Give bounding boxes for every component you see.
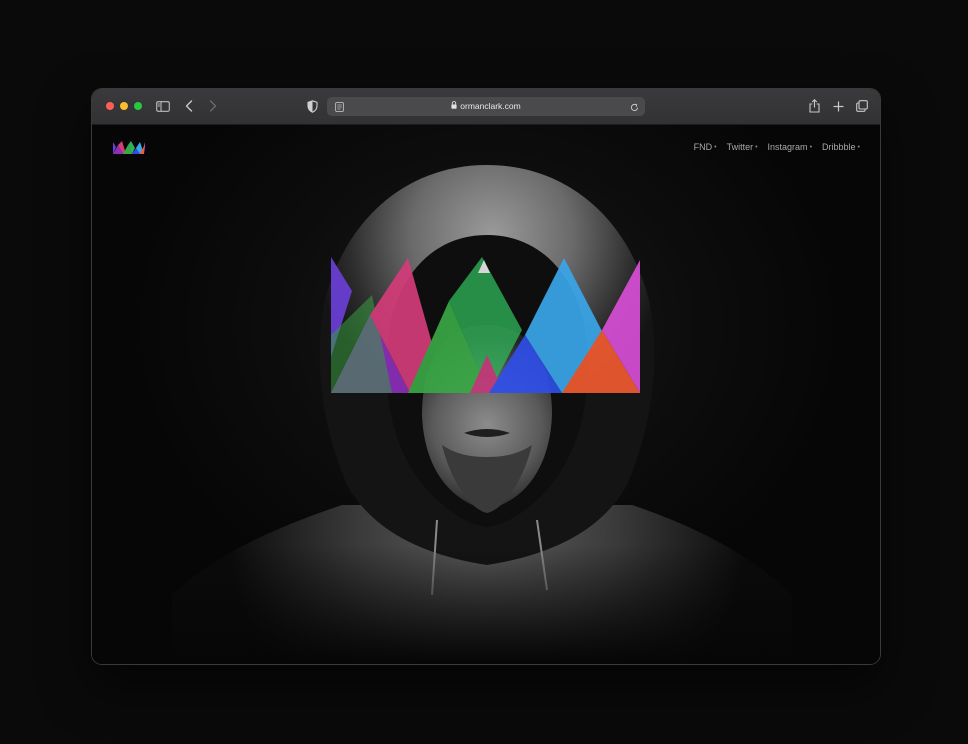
nav-link-label: Dribbble: [822, 142, 856, 152]
close-window-button[interactable]: [106, 102, 114, 110]
browser-toolbar: ormanclark.com: [92, 89, 880, 125]
zoom-window-button[interactable]: [134, 102, 142, 110]
address-bar[interactable]: ormanclark.com: [327, 97, 645, 116]
nav-link-twitter[interactable]: Twitter •: [727, 142, 758, 152]
nav-link-marker: •: [809, 143, 813, 151]
hero-portrait-image: [92, 165, 880, 664]
nav-link-dribbble[interactable]: Dribbble •: [822, 142, 860, 152]
nav-link-marker: •: [714, 143, 717, 151]
url-display[interactable]: ormanclark.com: [327, 97, 645, 116]
reload-icon[interactable]: [625, 98, 643, 116]
nav-link-label: FND: [693, 142, 713, 152]
new-tab-icon[interactable]: [829, 97, 847, 115]
nav-link-instagram[interactable]: Instagram •: [768, 142, 812, 152]
url-text: ormanclark.com: [460, 101, 521, 111]
shield-icon[interactable]: [303, 97, 321, 115]
sidebar-icon[interactable]: [154, 97, 172, 115]
web-page: FND • Twitter • Instagram • Dribbble •: [92, 125, 880, 664]
minimize-window-button[interactable]: [120, 102, 128, 110]
tabs-overview-icon[interactable]: [853, 97, 871, 115]
share-icon[interactable]: [805, 97, 823, 115]
nav-link-marker: •: [857, 143, 860, 151]
browser-window: ormanclark.com FND • Twitter • Instagram…: [92, 89, 880, 664]
site-nav: FND • Twitter • Instagram • Dribbble •: [694, 142, 860, 152]
nav-link-label: Instagram: [767, 142, 808, 152]
nav-link-marker: •: [755, 143, 758, 151]
lock-icon: [451, 97, 457, 116]
nav-link-label: Twitter: [726, 142, 754, 152]
back-icon[interactable]: [180, 97, 198, 115]
forward-icon[interactable]: [204, 97, 222, 115]
nav-link-fnd[interactable]: FND •: [694, 142, 717, 152]
site-logo[interactable]: [113, 141, 145, 160]
